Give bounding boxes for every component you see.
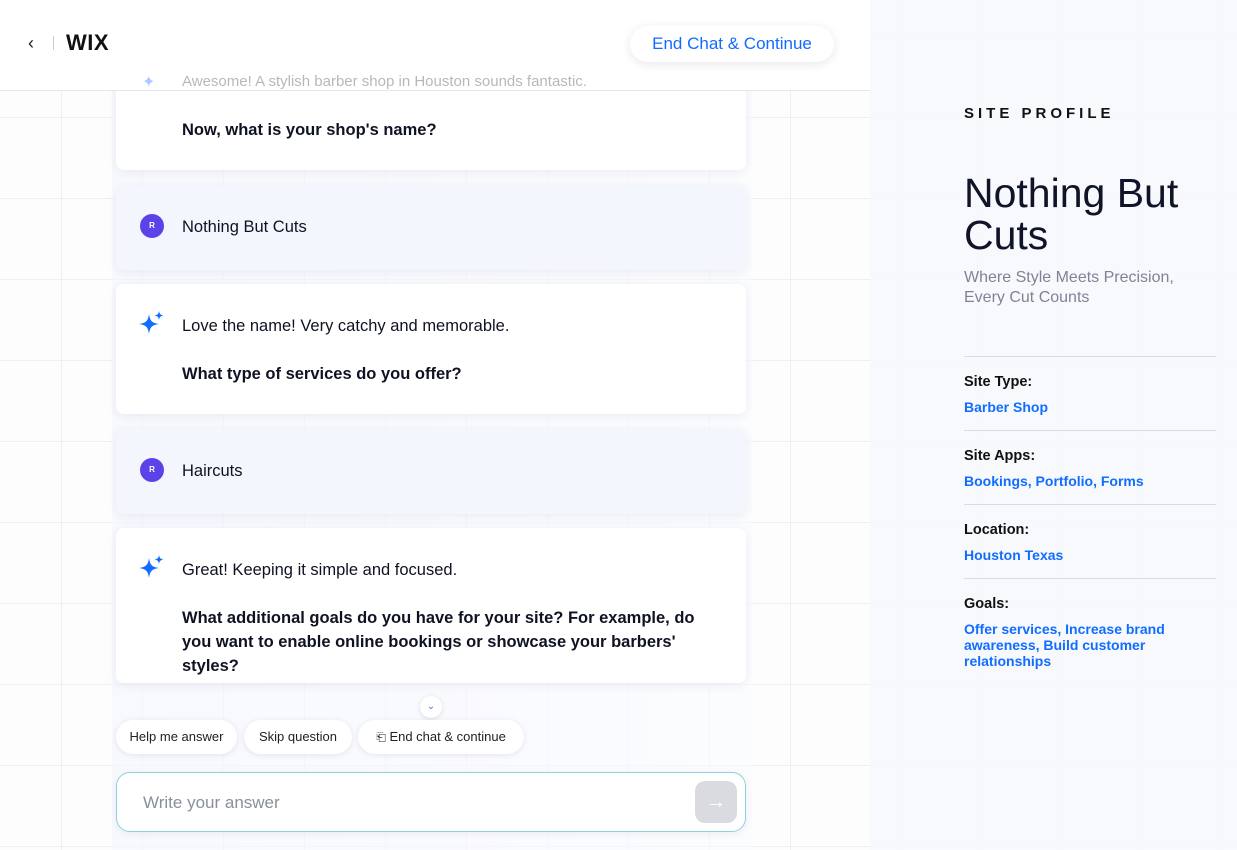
profile-field-goals: Goals: Offer services, Increase brand aw…: [964, 578, 1216, 669]
avatar: R: [140, 214, 164, 238]
faded-message-text: Awesome! A stylish barber shop in Housto…: [182, 73, 587, 90]
sparkle-icon: [139, 311, 164, 334]
field-label: Site Type:: [964, 374, 1033, 390]
panel-backdrop: [870, 0, 1237, 850]
user-message: R Nothing But Cuts: [116, 185, 746, 270]
faded-previous-message: ✦ Awesome! A stylish barber shop in Hous…: [116, 72, 746, 91]
field-value: Houston Texas: [964, 547, 1064, 563]
ai-question: Now, what is your shop's name?: [182, 121, 437, 139]
sparkle-icon: [139, 555, 164, 578]
field-label: Site Apps:: [964, 448, 1036, 464]
ai-message: Love the name! Very catchy and memorable…: [116, 284, 746, 414]
ai-question: What type of services do you offer?: [182, 365, 462, 383]
user-message-text: Haircuts: [182, 462, 243, 480]
user-message: R Haircuts: [116, 429, 746, 514]
help-me-answer-button[interactable]: Help me answer: [116, 720, 237, 754]
profile-field-location: Location: Houston Texas: [964, 504, 1216, 563]
avatar: R: [140, 458, 164, 482]
profile-field-site-apps: Site Apps: Bookings, Portfolio, Forms: [964, 430, 1216, 489]
user-message-text: Nothing But Cuts: [182, 218, 307, 236]
site-profile-panel: SITE PROFILE Nothing But Cuts Where Styl…: [870, 0, 1237, 850]
profile-field-site-type: Site Type: Barber Shop: [964, 356, 1216, 415]
sparkle-icon: ✦: [142, 74, 156, 91]
ai-message-text: Love the name! Very catchy and memorable…: [182, 317, 510, 335]
site-tagline: Where Style Meets Precision, Every Cut C…: [964, 269, 1174, 306]
field-value: Offer services, Increase brand awareness…: [964, 621, 1165, 669]
end-chat-chip-label: End chat & continue: [389, 729, 506, 744]
end-chat-chip-button[interactable]: ⎗ End chat & continue: [358, 720, 524, 754]
site-profile-label: SITE PROFILE: [964, 105, 1115, 122]
answer-input[interactable]: [141, 787, 685, 819]
field-value: Barber Shop: [964, 399, 1049, 415]
ai-message-text: Great! Keeping it simple and focused.: [182, 561, 458, 579]
send-arrow-icon[interactable]: →: [695, 781, 737, 823]
header-divider: [53, 36, 54, 50]
site-name: Nothing But Cuts: [964, 170, 1179, 258]
answer-input-box: →: [116, 772, 746, 832]
field-value: Bookings, Portfolio, Forms: [964, 473, 1144, 489]
field-label: Location:: [964, 522, 1030, 538]
end-chat-continue-button[interactable]: End Chat & Continue: [630, 26, 834, 62]
wix-logo: WIX: [66, 30, 110, 55]
field-label: Goals:: [964, 596, 1010, 612]
ai-message: Great! Keeping it simple and focused. Wh…: [116, 528, 746, 683]
exit-icon: ⎗: [376, 730, 386, 744]
chevron-left-icon[interactable]: ‹: [28, 32, 46, 54]
scroll-down-chevron-icon[interactable]: ⌄: [420, 696, 442, 718]
skip-question-button[interactable]: Skip question: [244, 720, 352, 754]
ai-question: What additional goals do you have for yo…: [182, 609, 695, 675]
